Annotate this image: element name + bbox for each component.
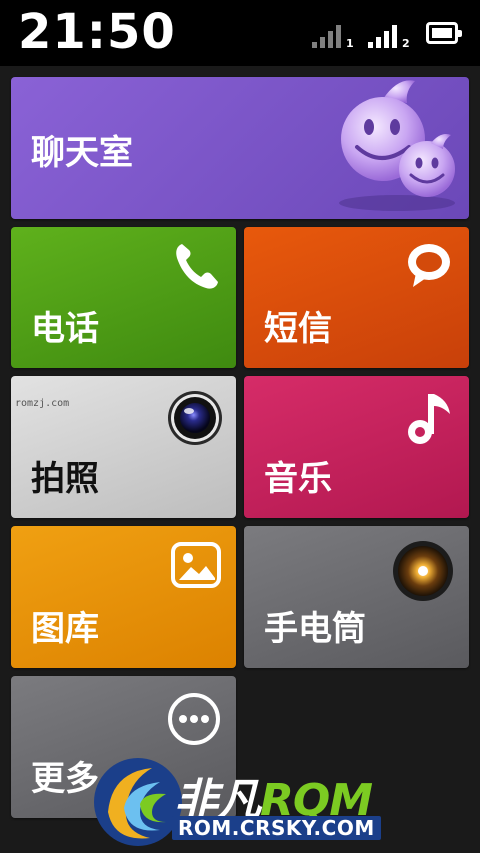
tile-chat-room[interactable]: 聊天室	[11, 77, 469, 219]
tile-sms[interactable]: 短信	[244, 227, 469, 368]
tile-flashlight[interactable]: 手电筒	[244, 526, 469, 668]
picture-icon	[171, 542, 221, 588]
signal-sim1-icon: 1	[312, 22, 354, 50]
more-dots-icon	[168, 693, 220, 745]
status-clock: 21:50	[18, 4, 176, 60]
tile-camera[interactable]: romzj.com 拍照	[11, 376, 236, 518]
tile-sms-label: 短信	[264, 309, 332, 349]
crsky-rom-logo: 非凡RQM ROM.CRSKY.COM	[88, 752, 398, 852]
logo-url: ROM.CRSKY.COM	[172, 816, 381, 840]
chat-bubble-icon	[408, 244, 450, 287]
tile-music[interactable]: 音乐	[244, 376, 469, 518]
sim2-label: 2	[402, 37, 410, 50]
smiley-chat-icon	[339, 80, 455, 211]
tile-gallery[interactable]: 图库	[11, 526, 236, 668]
sim1-label: 1	[346, 37, 354, 50]
tile-gallery-label: 图库	[31, 609, 99, 649]
flashlight-icon	[393, 541, 453, 601]
tile-camera-label: 拍照	[31, 459, 99, 499]
tile-phone-label: 电话	[31, 309, 99, 349]
status-bar: 21:50 1 2	[0, 0, 480, 66]
tile-music-label: 音乐	[264, 459, 332, 499]
music-note-icon	[408, 394, 450, 444]
phone-icon	[176, 244, 218, 289]
tile-phone[interactable]: 电话	[11, 227, 236, 368]
battery-icon	[426, 22, 462, 44]
watermark-text: romzj.com	[15, 398, 70, 409]
tile-chat-room-label: 聊天室	[31, 133, 133, 173]
signal-sim2-icon: 2	[368, 22, 416, 50]
camera-lens-icon	[168, 391, 222, 445]
tile-flashlight-label: 手电筒	[264, 609, 366, 649]
